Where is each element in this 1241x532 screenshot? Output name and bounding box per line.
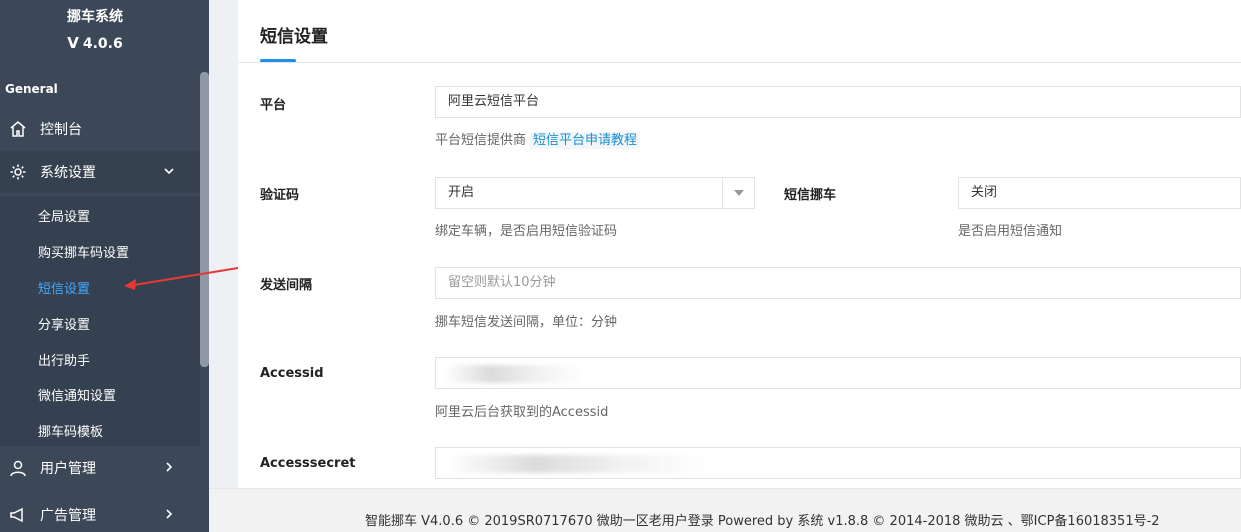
home-icon xyxy=(8,119,28,139)
sms-move-help: 是否启用短信通知 xyxy=(958,224,1063,239)
accesssecret-label: Accesssecret xyxy=(260,456,356,471)
accessid-label: Accessid xyxy=(260,366,324,381)
caret-down-icon xyxy=(722,178,754,208)
gear-icon xyxy=(8,162,28,182)
sidebar-item-label: 用户管理 xyxy=(40,461,96,477)
app-brand: 挪车系统 xyxy=(67,9,123,25)
submenu-item-buy-code-settings[interactable]: 购买挪车码设置 xyxy=(38,242,129,261)
chevron-right-icon xyxy=(164,461,174,476)
interval-help: 挪车短信发送间隔，单位：分钟 xyxy=(435,315,618,330)
accesssecret-input[interactable] xyxy=(435,447,1241,479)
submenu-system-settings: 全局设置 购买挪车码设置 短信设置 分享设置 出行助手 微信通知设置 挪车码模板 xyxy=(0,196,200,446)
submenu-item-sms-settings[interactable]: 短信设置 xyxy=(38,278,90,297)
footer-text: 智能挪车 V4.0.6 © 2019SR0717670 微助一区老用户登录 Po… xyxy=(365,514,1160,529)
captcha-help: 绑定车辆，是否启用短信验证码 xyxy=(435,224,618,239)
footer: 智能挪车 V4.0.6 © 2019SR0717670 微助一区老用户登录 Po… xyxy=(209,488,1241,532)
redacted-blur xyxy=(448,455,708,473)
platform-label: 平台 xyxy=(260,98,287,113)
sidebar-scrollbar[interactable] xyxy=(200,72,209,367)
sidebar-item-label: 控制台 xyxy=(40,122,82,138)
annotation-arrow-icon xyxy=(124,267,239,290)
chevron-down-icon xyxy=(164,165,174,180)
sms-move-label: 短信挪车 xyxy=(784,188,837,203)
sidebar-item-system-settings[interactable]: 系统设置 xyxy=(0,151,200,193)
captcha-select-value: 开启 xyxy=(448,185,475,200)
sidebar-item-label: 广告管理 xyxy=(40,508,96,524)
settings-card: 短信设置 平台 阿里云短信平台 平台短信提供商 短信平台申请教程 验证码 开启 绑… xyxy=(238,0,1241,488)
submenu-item-travel-assistant[interactable]: 出行助手 xyxy=(38,350,90,369)
megaphone-icon xyxy=(8,505,28,525)
sidebar-item-label: 系统设置 xyxy=(40,165,96,181)
page-title: 短信设置 xyxy=(260,27,328,47)
sms-move-select[interactable]: 关闭 xyxy=(958,177,1241,209)
captcha-select[interactable]: 开启 xyxy=(435,177,755,209)
sms-move-select-value: 关闭 xyxy=(971,185,998,200)
interval-input[interactable]: 留空则默认10分钟 xyxy=(435,267,1241,299)
user-icon xyxy=(8,458,28,478)
redacted-blur xyxy=(444,365,584,383)
platform-input[interactable]: 阿里云短信平台 xyxy=(435,86,1241,118)
divider xyxy=(238,62,1241,63)
chevron-right-icon xyxy=(164,508,174,523)
sidebar-item-dashboard[interactable]: 控制台 xyxy=(0,108,200,150)
submenu-item-wechat-notify[interactable]: 微信通知设置 xyxy=(38,385,116,404)
sidebar-item-user-management[interactable]: 用户管理 xyxy=(0,447,200,489)
submenu-item-global-settings[interactable]: 全局设置 xyxy=(38,206,90,225)
version-number: 4.0.6 xyxy=(82,36,123,52)
captcha-label: 验证码 xyxy=(260,188,300,203)
submenu-item-code-template[interactable]: 挪车码模板 xyxy=(38,421,103,440)
app-version: V 4.0.6 xyxy=(0,34,190,52)
sms-tutorial-link[interactable]: 短信平台申请教程 xyxy=(530,132,641,149)
submenu-item-share-settings[interactable]: 分享设置 xyxy=(38,314,90,333)
accessid-help: 阿里云后台获取到的Accessid xyxy=(435,405,609,420)
accessid-input[interactable] xyxy=(435,357,1241,389)
sidebar-item-ad-management[interactable]: 广告管理 xyxy=(0,494,200,532)
platform-help-text: 平台短信提供商 xyxy=(435,133,527,148)
vue-logo-icon: V xyxy=(67,34,79,52)
interval-label: 发送间隔 xyxy=(260,278,313,293)
section-label-general: General xyxy=(5,82,58,96)
platform-help: 平台短信提供商 短信平台申请教程 xyxy=(435,129,641,149)
